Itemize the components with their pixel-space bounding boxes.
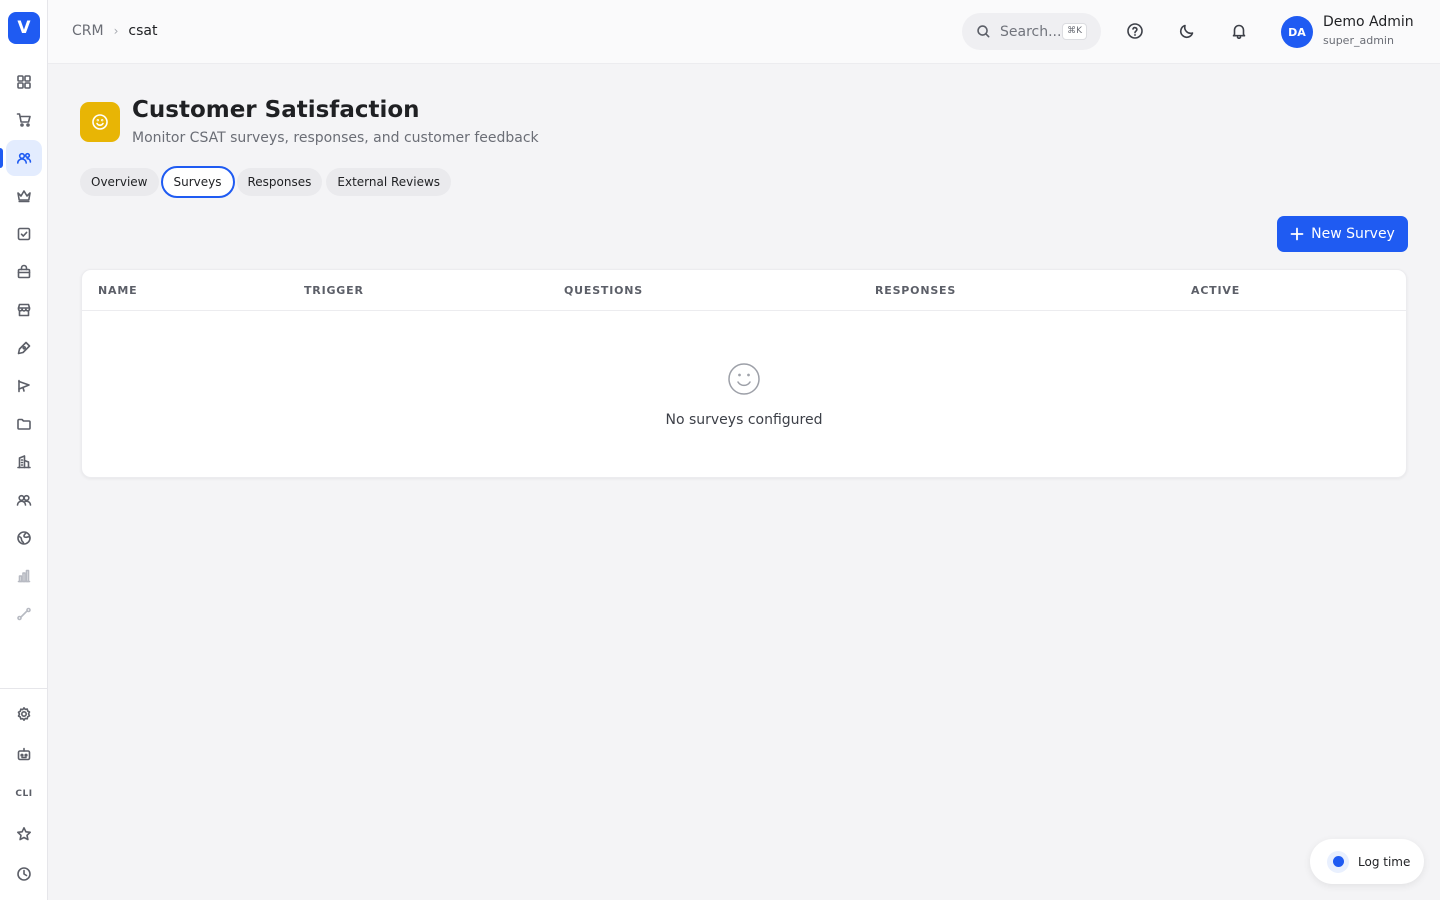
column-header-trigger: TRIGGER	[304, 284, 364, 297]
sidebar-item-flows[interactable]	[6, 596, 42, 632]
sidebar-item-dashboard[interactable]	[6, 64, 42, 100]
sidebar-item-bot[interactable]	[6, 736, 42, 772]
column-header-name: NAME	[98, 284, 138, 297]
sidebar-item-company[interactable]	[6, 444, 42, 480]
smile-icon	[728, 363, 760, 395]
page-subtitle: Monitor CSAT surveys, responses, and cus…	[132, 130, 539, 146]
search-placeholder: Search...	[1000, 23, 1062, 40]
bag-icon	[17, 264, 31, 279]
column-header-questions: QUESTIONS	[564, 284, 643, 297]
log-time-label: Log time	[1358, 854, 1411, 869]
sidebar-item-design[interactable]	[6, 330, 42, 366]
theme-toggle-button[interactable]	[1176, 20, 1198, 42]
sidebar-item-marketing[interactable]	[6, 368, 42, 404]
app-logo[interactable]: V	[8, 12, 40, 44]
timer-icon	[1327, 850, 1349, 873]
sidebar-item-analytics[interactable]	[6, 558, 42, 594]
page-title: Customer Satisfaction	[132, 97, 420, 123]
megaphone-icon	[18, 379, 30, 393]
cli-label: CLI	[15, 789, 33, 799]
search-icon	[977, 25, 990, 38]
tab-overview[interactable]: Overview	[80, 168, 159, 196]
clock-icon	[17, 867, 31, 881]
sidebar-item-settings[interactable]	[6, 696, 42, 732]
route-icon	[17, 607, 31, 621]
user-name[interactable]: Demo Admin	[1323, 14, 1414, 30]
column-header-active: ACTIVE	[1191, 284, 1241, 297]
new-survey-label: New Survey	[1311, 226, 1395, 242]
tab-responses[interactable]: Responses	[236, 168, 323, 196]
sidebar-item-web[interactable]	[6, 520, 42, 556]
checkbox-icon	[17, 227, 31, 241]
breadcrumb-root[interactable]: CRM	[72, 23, 104, 39]
sidebar-item-files[interactable]	[6, 406, 42, 442]
bell-icon	[1232, 24, 1246, 40]
sidebar-item-orders[interactable]	[6, 102, 42, 138]
moon-icon	[1179, 24, 1194, 39]
plus-icon	[1290, 227, 1304, 241]
user-role: super_admin	[1323, 34, 1394, 47]
users-icon	[17, 152, 32, 164]
column-header-responses: RESPONSES	[875, 284, 957, 297]
tab-bar: Overview Surveys Responses External Revi…	[80, 166, 455, 198]
cart-icon	[16, 113, 31, 127]
sidebar-item-team[interactable]	[6, 482, 42, 518]
sidebar-item-history[interactable]	[6, 856, 42, 892]
star-icon	[17, 827, 31, 841]
page-icon-badge	[80, 102, 120, 142]
chevron-right-icon: ›	[113, 24, 119, 38]
bar-chart-icon	[17, 569, 31, 583]
gear-icon	[17, 707, 31, 721]
search-input[interactable]: Search... ⌘K	[962, 13, 1101, 50]
sidebar-item-stores[interactable]	[6, 292, 42, 328]
notifications-button[interactable]	[1228, 20, 1250, 42]
crown-icon	[17, 190, 31, 203]
building-icon	[17, 455, 31, 469]
sidebar-item-favorites[interactable]	[6, 816, 42, 852]
new-survey-button[interactable]: New Survey	[1277, 216, 1408, 252]
empty-state-message: No surveys configured	[665, 412, 823, 428]
search-shortcut-badge: ⌘K	[1062, 23, 1087, 40]
empty-state-smile-icon	[727, 362, 761, 396]
tab-surveys[interactable]: Surveys	[160, 166, 235, 198]
breadcrumb: CRM › csat	[72, 23, 157, 39]
help-icon	[1127, 23, 1143, 39]
active-indicator	[0, 148, 3, 168]
sidebar-item-cli[interactable]: CLI	[6, 776, 42, 812]
log-time-button[interactable]: Log time	[1310, 839, 1424, 884]
sidebar-item-tasks[interactable]	[6, 216, 42, 252]
robot-icon	[17, 747, 31, 761]
folder-icon	[17, 418, 31, 430]
globe-icon	[17, 531, 31, 545]
tab-external-reviews[interactable]: External Reviews	[326, 168, 452, 196]
surveys-table: NAME TRIGGER QUESTIONS RESPONSES ACTIVE …	[81, 269, 1407, 478]
store-icon	[17, 303, 31, 317]
sidebar-item-loyalty[interactable]	[6, 178, 42, 214]
top-header: CRM › csat Search... ⌘K DA Demo Admin su…	[48, 0, 1440, 64]
pen-icon	[17, 341, 31, 355]
smile-icon	[92, 114, 108, 130]
sidebar-divider	[0, 688, 48, 689]
sidebar-item-products[interactable]	[6, 254, 42, 290]
sidebar: V CLI	[0, 0, 48, 900]
table-header: NAME TRIGGER QUESTIONS RESPONSES ACTIVE	[82, 270, 1406, 311]
help-button[interactable]	[1124, 20, 1146, 42]
avatar[interactable]: DA	[1281, 16, 1313, 48]
sidebar-item-crm[interactable]	[6, 140, 42, 176]
grid-icon	[17, 75, 31, 89]
breadcrumb-current: csat	[128, 23, 158, 39]
team-icon	[16, 494, 32, 506]
